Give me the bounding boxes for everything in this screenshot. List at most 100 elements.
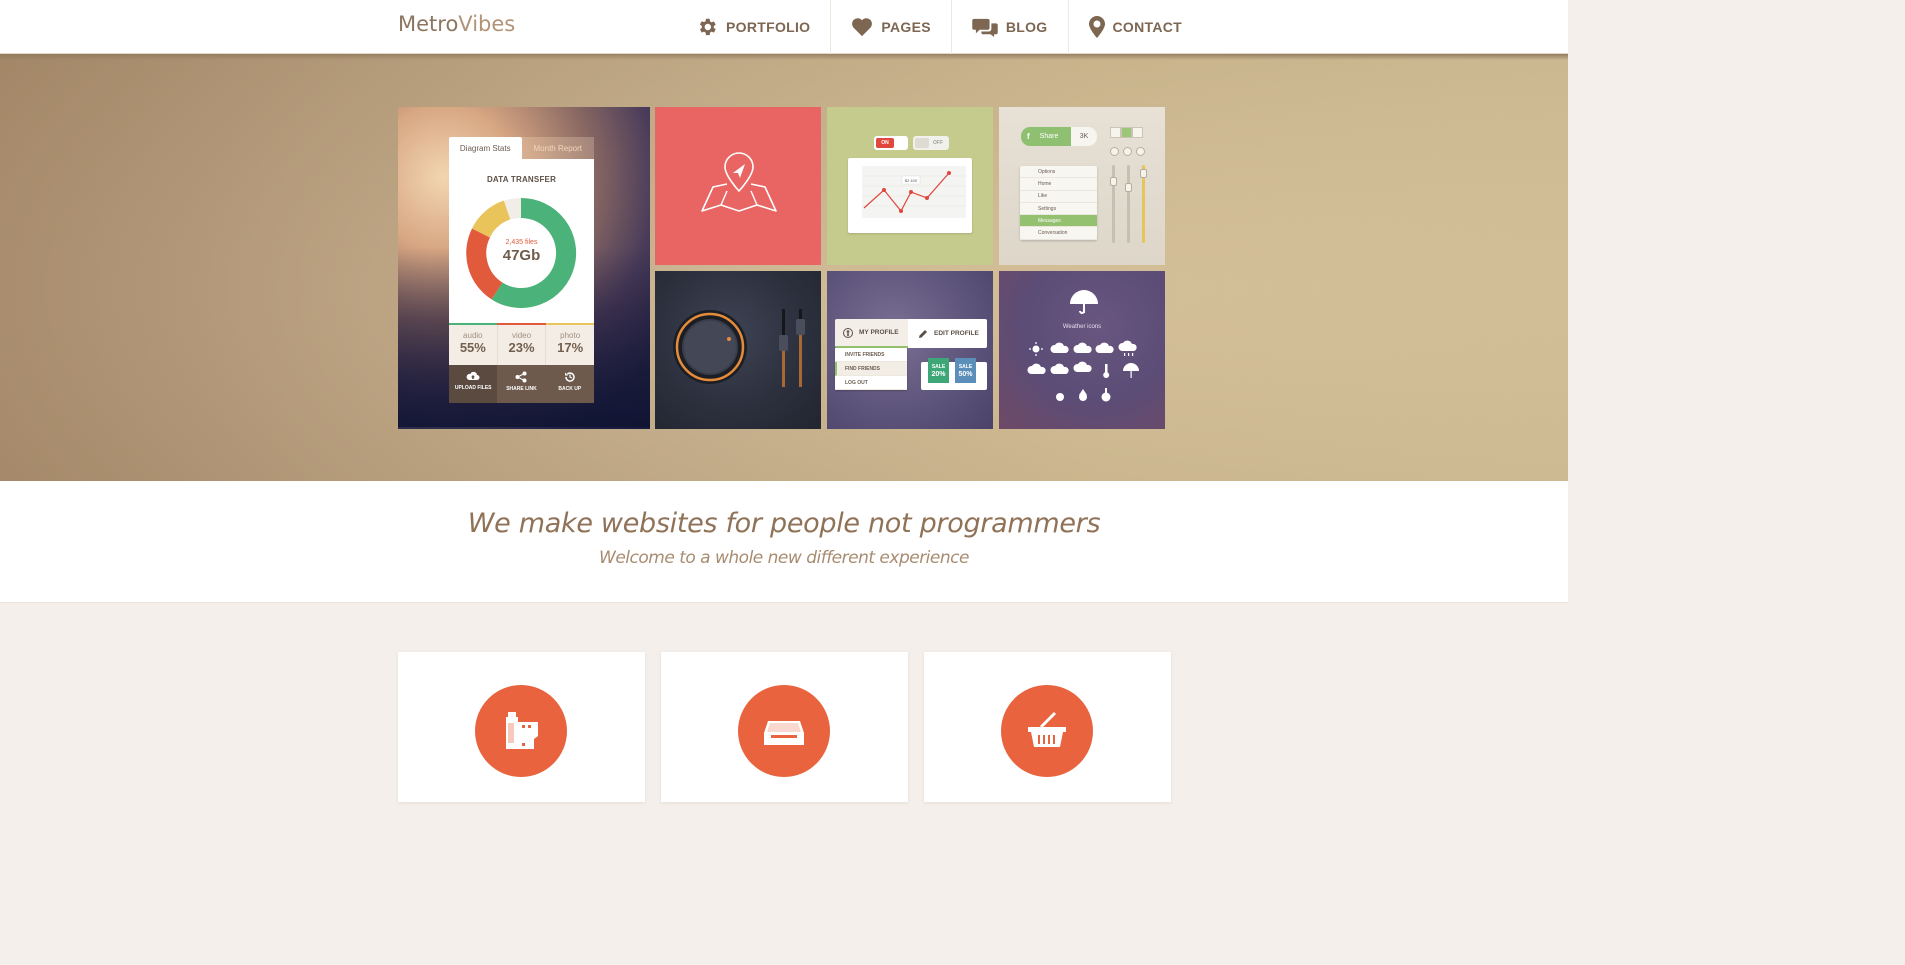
tagline-subtitle: Welcome to a whole new different experie…: [599, 548, 969, 568]
menu-item-find[interactable]: FIND FRIENDS: [835, 362, 907, 376]
menu-item[interactable]: Conversation: [1020, 227, 1097, 240]
share-button[interactable]: f Share 3K: [1021, 127, 1097, 146]
toggle-on-label: ON: [876, 138, 894, 148]
logo[interactable]: MetroVibes: [398, 12, 515, 36]
tagline-title: We make websites for people not programm…: [467, 508, 1101, 539]
logo-text-metro: Metro: [398, 12, 459, 36]
line-chart-widget: $2 400: [848, 158, 972, 233]
toggle-on[interactable]: ON: [874, 136, 908, 150]
my-profile-button[interactable]: MY PROFILE: [835, 319, 908, 348]
radio-group[interactable]: [1110, 147, 1149, 156]
sale-tag-20: SALE 20%: [928, 358, 949, 383]
tagline-section: [0, 481, 1568, 603]
logo-text-vibes: Vibes: [458, 12, 516, 36]
share-count: 3K: [1071, 127, 1097, 146]
upload-files-button[interactable]: UPLOAD FILES: [449, 365, 498, 403]
stats-card: Diagram Stats Month Report DATA TRANSFER…: [449, 137, 594, 403]
stat-label: photo: [560, 331, 581, 340]
card-actions: UPLOAD FILES SHARE LINK BACK UP: [449, 365, 594, 403]
edit-profile-label: EDIT PROFILE: [934, 330, 979, 337]
basket-icon: [1028, 711, 1066, 747]
nav-label: PAGES: [881, 19, 931, 35]
nav-item-blog[interactable]: BLOG: [952, 0, 1069, 54]
stat-audio: audio 55%: [449, 325, 498, 365]
feature-card-2[interactable]: [661, 652, 908, 802]
feature-circle: [475, 685, 567, 777]
cloud-upload-icon: [466, 371, 480, 380]
portfolio-tile-widgets[interactable]: f Share 3K Options Home Like Settings Mes…: [999, 107, 1165, 265]
menu-item-logout[interactable]: LOG OUT: [835, 376, 907, 390]
nav-item-portfolio[interactable]: PORTFOLIO: [676, 0, 832, 54]
share-label: Share: [1039, 133, 1059, 140]
card-body: DATA TRANSFER 2,435 files 47Gb: [449, 159, 594, 325]
back-up-button[interactable]: BACK UP: [546, 365, 594, 403]
nav-item-pages[interactable]: PAGES: [831, 0, 952, 54]
menu-item[interactable]: Settings: [1020, 203, 1097, 216]
main-nav: PORTFOLIO PAGES BLOG CONTACT: [676, 0, 1202, 54]
view-switcher[interactable]: [1110, 127, 1143, 138]
toggle-off-label: OFF: [933, 140, 943, 146]
sale-tag-50: SALE 50%: [955, 358, 976, 383]
menu-item[interactable]: Messages: [1020, 215, 1097, 228]
portfolio-tile-weather[interactable]: Weather icons: [999, 271, 1165, 429]
heart-icon: [852, 18, 873, 37]
stats-row: audio 55% video 23% photo 17%: [449, 325, 594, 365]
weather-icons-set: [1027, 290, 1139, 402]
card-title: DATA TRANSFER: [486, 175, 557, 184]
sale-tags: SALE 20% SALE 50%: [921, 358, 987, 390]
tab-month-report[interactable]: Month Report: [521, 137, 594, 159]
action-label: SHARE LINK: [506, 386, 537, 392]
stat-video: video 23%: [498, 325, 547, 365]
total-size: 47Gb: [502, 247, 541, 264]
volume-knob-icon: [673, 309, 805, 387]
share-link-button[interactable]: SHARE LINK: [497, 365, 545, 403]
weather-label: Weather icons: [1062, 324, 1102, 330]
portfolio-tile-stats[interactable]: Diagram Stats Month Report DATA TRANSFER…: [398, 107, 650, 429]
history-icon: [564, 372, 575, 382]
chart-tooltip: $2 400: [905, 178, 918, 183]
dropdown-menu: Options Home Like Settings Messages Conv…: [1020, 166, 1097, 240]
my-profile-label: MY PROFILE: [859, 329, 899, 336]
user-circle-icon: [843, 327, 853, 338]
profile-menu: INVITE FRIENDS FIND FRIENDS LOG OUT: [835, 348, 907, 390]
site-header: MetroVibes PORTFOLIO PAGES BLOG CONTACT: [0, 0, 1568, 54]
stat-photo: photo 17%: [546, 325, 594, 365]
menu-item[interactable]: Options: [1020, 166, 1097, 179]
drive-icon: [764, 721, 804, 745]
menu-item[interactable]: Home: [1020, 178, 1097, 191]
action-label: BACK UP: [558, 386, 582, 392]
menu-item[interactable]: Like: [1020, 191, 1097, 203]
card-tabs: Diagram Stats Month Report: [449, 137, 594, 159]
stat-value: 17%: [557, 340, 584, 355]
feature-circle: [1001, 685, 1093, 777]
portfolio-tile-map[interactable]: [655, 107, 821, 265]
gear-icon: [699, 18, 716, 36]
map-navigation-icon: [701, 152, 777, 212]
stat-value: 23%: [508, 340, 535, 355]
portfolio-tile-chart[interactable]: ON OFF $2 400: [827, 107, 993, 265]
stat-label: video: [511, 331, 532, 340]
feature-card-3[interactable]: [924, 652, 1171, 802]
edit-profile-button[interactable]: EDIT PROFILE: [908, 319, 987, 348]
tab-diagram-stats[interactable]: Diagram Stats: [449, 137, 522, 159]
nav-label: PORTFOLIO: [726, 19, 811, 35]
nav-item-contact[interactable]: CONTACT: [1069, 0, 1203, 54]
stat-value: 55%: [459, 340, 486, 355]
pencil-icon: [919, 329, 927, 338]
nav-label: CONTACT: [1112, 19, 1183, 35]
nav-label: BLOG: [1005, 19, 1048, 35]
share-icon: [515, 371, 527, 383]
chat-bubbles-icon: [972, 18, 998, 37]
donut-segment-photo: [471, 200, 511, 238]
toggle-off[interactable]: OFF: [913, 136, 949, 150]
portfolio-tile-knob[interactable]: [655, 271, 821, 429]
map-pin-icon: [1088, 16, 1105, 38]
menu-item-invite[interactable]: INVITE FRIENDS: [835, 348, 907, 362]
film-canister-icon: [506, 712, 538, 749]
feature-circle: [738, 685, 830, 777]
feature-card-1[interactable]: [398, 652, 645, 802]
files-count: 2,435 files: [505, 239, 538, 246]
action-label: UPLOAD FILES: [454, 385, 492, 391]
stat-label: audio: [463, 331, 483, 340]
portfolio-tile-profile[interactable]: MY PROFILE EDIT PROFILE INVITE FRIENDS F…: [827, 271, 993, 429]
